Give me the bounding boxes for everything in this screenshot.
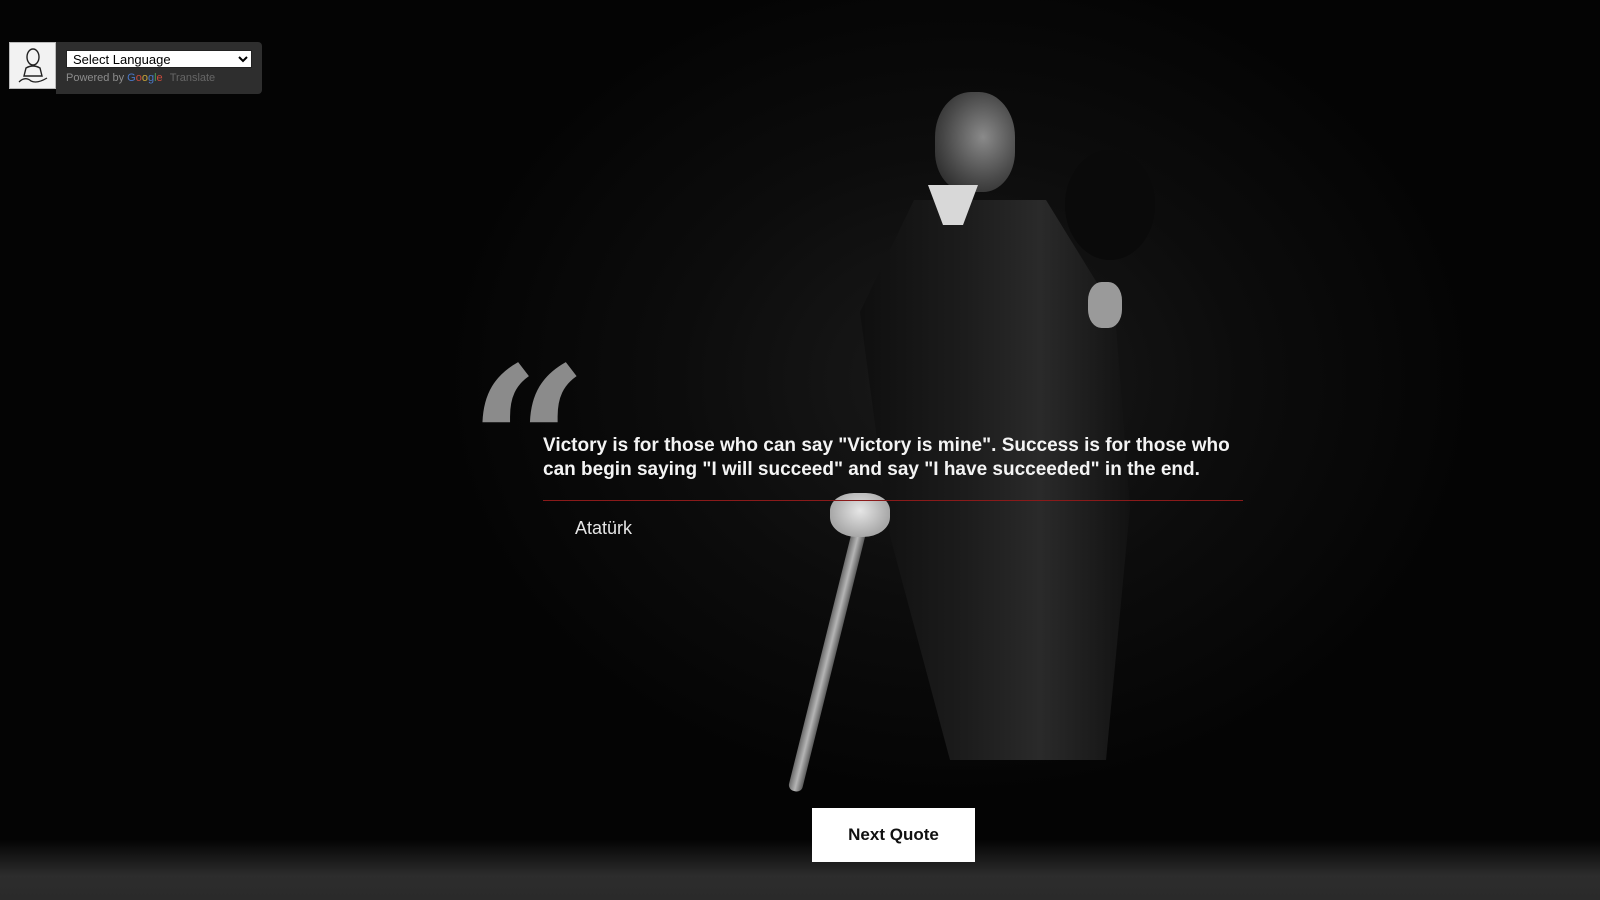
- figure-cane: [787, 498, 874, 793]
- quote-text: Victory is for those who can say "Victor…: [543, 435, 1230, 480]
- site-logo[interactable]: [9, 42, 56, 89]
- google-translate-widget: Select Language Powered by Google Transl…: [9, 42, 262, 94]
- portrait-sketch-icon: [18, 47, 47, 83]
- ground-effect: [0, 840, 1600, 900]
- figure-head: [935, 92, 1015, 192]
- figure-hand: [1088, 282, 1122, 328]
- powered-by-text: Powered by Google Translate: [66, 72, 253, 84]
- google-letter: G: [127, 72, 136, 84]
- powered-by-label: Powered by: [66, 72, 125, 84]
- next-quote-button[interactable]: Next Quote: [812, 808, 975, 862]
- google-wordmark: Google: [127, 72, 163, 84]
- quote-author: Atatürk: [575, 518, 633, 538]
- translate-panel: Select Language Powered by Google Transl…: [56, 42, 262, 94]
- translate-link[interactable]: Translate: [170, 72, 215, 84]
- page-background: Select Language Powered by Google Transl…: [0, 0, 1600, 900]
- language-select[interactable]: Select Language: [66, 50, 252, 68]
- quote-divider: [543, 500, 1243, 501]
- figure-hat: [1065, 150, 1155, 260]
- google-letter: e: [156, 72, 163, 84]
